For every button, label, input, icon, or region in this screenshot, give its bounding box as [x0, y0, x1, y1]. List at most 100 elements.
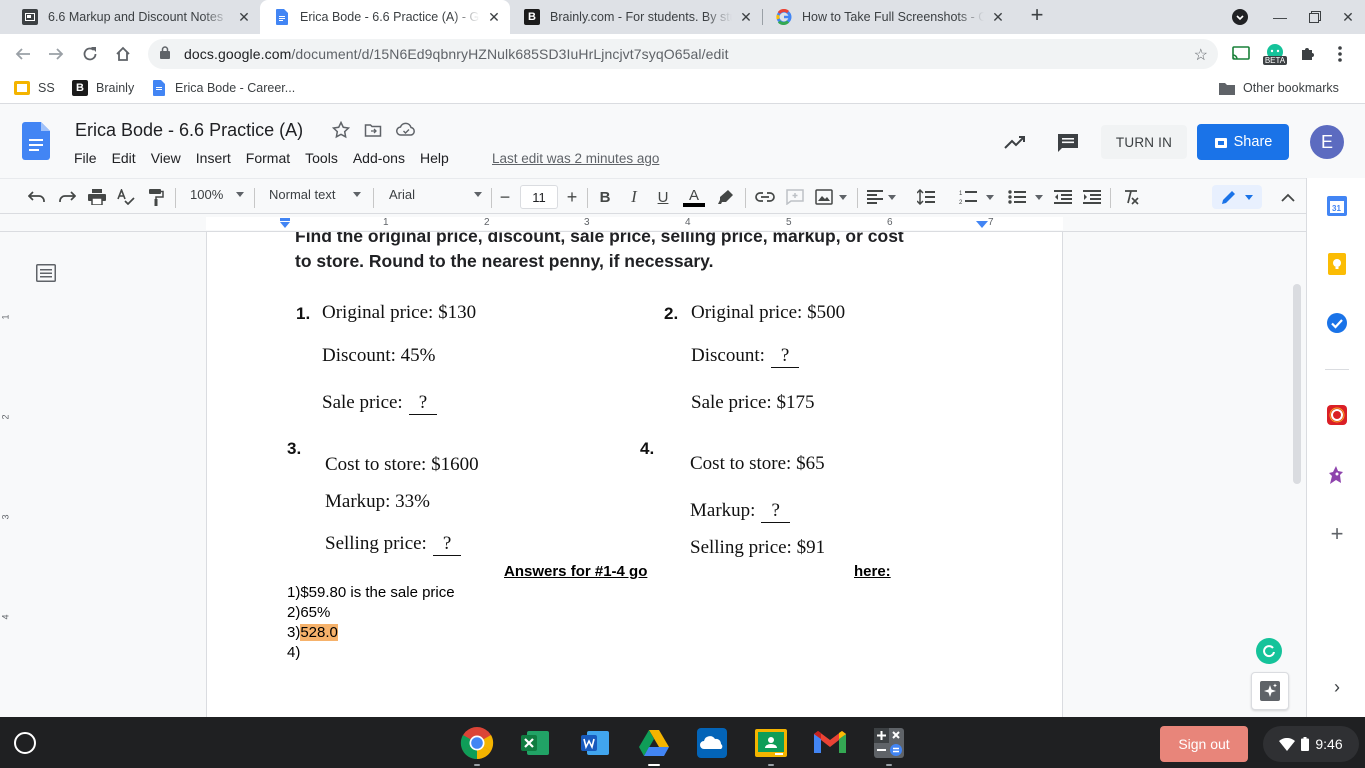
insert-image-icon[interactable] — [813, 185, 849, 209]
font-family-select[interactable]: Arial — [389, 187, 482, 202]
grammarly-extension-icon[interactable]: BETA — [1262, 41, 1288, 67]
document-title[interactable]: Erica Bode - 6.6 Practice (A) — [75, 120, 303, 141]
bulleted-list-icon[interactable] — [1005, 185, 1045, 209]
bookmark-ss[interactable]: SS — [14, 80, 55, 96]
menu-edit[interactable]: Edit — [112, 150, 136, 166]
hide-side-panel-icon[interactable]: › — [1326, 676, 1348, 698]
numbered-list-icon[interactable]: 12 — [956, 185, 996, 209]
forward-icon[interactable] — [44, 42, 68, 66]
explore-icon[interactable] — [1251, 672, 1289, 710]
classroom-app-icon[interactable] — [753, 725, 789, 766]
redo-icon[interactable] — [56, 185, 78, 209]
close-window-icon[interactable]: ✕ — [1330, 0, 1365, 34]
italic-icon[interactable]: I — [624, 185, 644, 209]
home-icon[interactable] — [111, 42, 135, 66]
star-icon[interactable] — [331, 120, 351, 142]
clear-formatting-icon[interactable] — [1120, 185, 1142, 209]
sign-out-button[interactable]: Sign out — [1160, 726, 1248, 762]
paragraph-style-select[interactable]: Normal text — [269, 187, 361, 202]
zoom-select[interactable]: 100% — [190, 187, 244, 202]
turn-in-button[interactable]: TURN IN — [1101, 125, 1187, 159]
text-color-icon[interactable]: A — [682, 185, 706, 209]
back-icon[interactable] — [11, 42, 35, 66]
status-tray[interactable]: 9:46 — [1263, 726, 1359, 762]
right-margin-marker-icon[interactable] — [976, 221, 988, 229]
menu-format[interactable]: Format — [246, 150, 290, 166]
docs-logo-icon[interactable] — [22, 122, 50, 163]
tab-brainly[interactable]: B Brainly.com - For students. By student… — [510, 0, 762, 34]
decrease-font-size-icon[interactable]: − — [496, 185, 514, 209]
align-left-icon[interactable] — [864, 185, 898, 209]
excel-app-icon[interactable] — [517, 725, 553, 761]
insert-link-icon[interactable] — [754, 185, 776, 209]
share-button[interactable]: Share — [1197, 124, 1289, 160]
answer-3[interactable]: 3)528.0 — [287, 623, 338, 643]
restore-icon[interactable] — [1297, 0, 1333, 34]
document-page[interactable]: Find the original price, discount, sale … — [206, 232, 1063, 717]
bold-icon[interactable]: B — [595, 185, 615, 209]
last-edit-link[interactable]: Last edit was 2 minutes ago — [492, 151, 659, 166]
increase-font-size-icon[interactable]: + — [563, 185, 581, 209]
editing-mode-icon[interactable] — [1212, 185, 1262, 209]
address-bar[interactable]: docs.google.com/document/d/15N6Ed9qbnryH… — [148, 39, 1218, 69]
account-avatar[interactable]: E — [1310, 125, 1344, 159]
cast-icon[interactable] — [1228, 41, 1254, 67]
extensions-puzzle-icon[interactable] — [1295, 41, 1321, 67]
document-outline-icon[interactable] — [36, 264, 56, 285]
cloud-saved-icon[interactable] — [396, 121, 416, 142]
close-tab-icon[interactable]: ✕ — [486, 9, 502, 26]
paint-format-icon[interactable] — [145, 185, 167, 209]
other-bookmarks[interactable]: Other bookmarks — [1219, 80, 1339, 96]
menu-file[interactable]: File — [74, 150, 97, 166]
tab-google-doc[interactable]: Erica Bode - 6.6 Practice (A) - Google D… — [260, 0, 510, 34]
add-comment-icon[interactable] — [784, 185, 806, 209]
close-tab-icon[interactable]: ✕ — [990, 9, 1006, 26]
tab-search-icon[interactable] — [1222, 0, 1258, 34]
answer-1[interactable]: 1)$59.80 is the sale price — [287, 583, 455, 603]
undo-icon[interactable] — [26, 185, 48, 209]
grammarly-status-icon[interactable] — [1256, 638, 1282, 664]
move-folder-icon[interactable] — [364, 121, 382, 142]
spellcheck-icon[interactable] — [115, 185, 137, 209]
tab-markup-notes[interactable]: 6.6 Markup and Discount Notes ✕ — [8, 0, 260, 34]
document-canvas[interactable]: Find the original price, discount, sale … — [16, 232, 1306, 717]
collapse-menus-icon[interactable] — [1277, 185, 1299, 209]
bookmark-star-icon[interactable]: ☆ — [1194, 45, 1208, 65]
menu-addons[interactable]: Add-ons — [353, 150, 405, 166]
new-tab-button[interactable]: + — [1026, 4, 1048, 27]
answer-2[interactable]: 2)65% — [287, 603, 330, 623]
unicorn-addon-icon[interactable] — [1326, 464, 1348, 486]
word-app-icon[interactable] — [577, 725, 613, 761]
tab-google-search[interactable]: How to Take Full Screenshots - Google Se… — [762, 0, 1014, 34]
bookmark-brainly[interactable]: B Brainly — [72, 80, 134, 96]
horizontal-ruler[interactable]: 1 2 3 4 5 6 7 — [0, 215, 1306, 232]
vertical-scrollbar[interactable] — [1293, 284, 1301, 484]
close-tab-icon[interactable]: ✕ — [738, 9, 754, 26]
reload-icon[interactable] — [78, 42, 102, 66]
answer-4[interactable]: 4) — [287, 643, 300, 663]
calculator-app-icon[interactable] — [871, 725, 907, 766]
minimize-icon[interactable]: — — [1262, 0, 1298, 34]
creative-cloud-icon[interactable] — [1326, 404, 1348, 426]
keep-icon[interactable] — [1326, 253, 1348, 275]
chrome-app-icon[interactable] — [459, 725, 495, 766]
menu-view[interactable]: View — [151, 150, 181, 166]
menu-help[interactable]: Help — [420, 150, 449, 166]
activity-trend-icon[interactable] — [1003, 131, 1027, 155]
close-tab-icon[interactable]: ✕ — [236, 9, 252, 26]
calendar-icon[interactable]: 31 — [1326, 195, 1348, 217]
launcher-icon[interactable] — [14, 732, 36, 754]
menu-insert[interactable]: Insert — [196, 150, 231, 166]
highlight-color-icon[interactable] — [715, 185, 737, 209]
vertical-ruler[interactable]: 1 2 3 4 — [0, 232, 16, 717]
underline-icon[interactable]: U — [653, 185, 673, 209]
menu-tools[interactable]: Tools — [305, 150, 338, 166]
line-spacing-icon[interactable] — [914, 185, 938, 209]
get-addons-plus-icon[interactable]: + — [1326, 521, 1348, 546]
print-icon[interactable] — [86, 185, 108, 209]
drive-app-icon[interactable] — [636, 725, 672, 766]
onedrive-app-icon[interactable] — [694, 725, 730, 761]
gmail-app-icon[interactable] — [812, 725, 848, 761]
decrease-indent-icon[interactable] — [1052, 185, 1074, 209]
increase-indent-icon[interactable] — [1081, 185, 1103, 209]
